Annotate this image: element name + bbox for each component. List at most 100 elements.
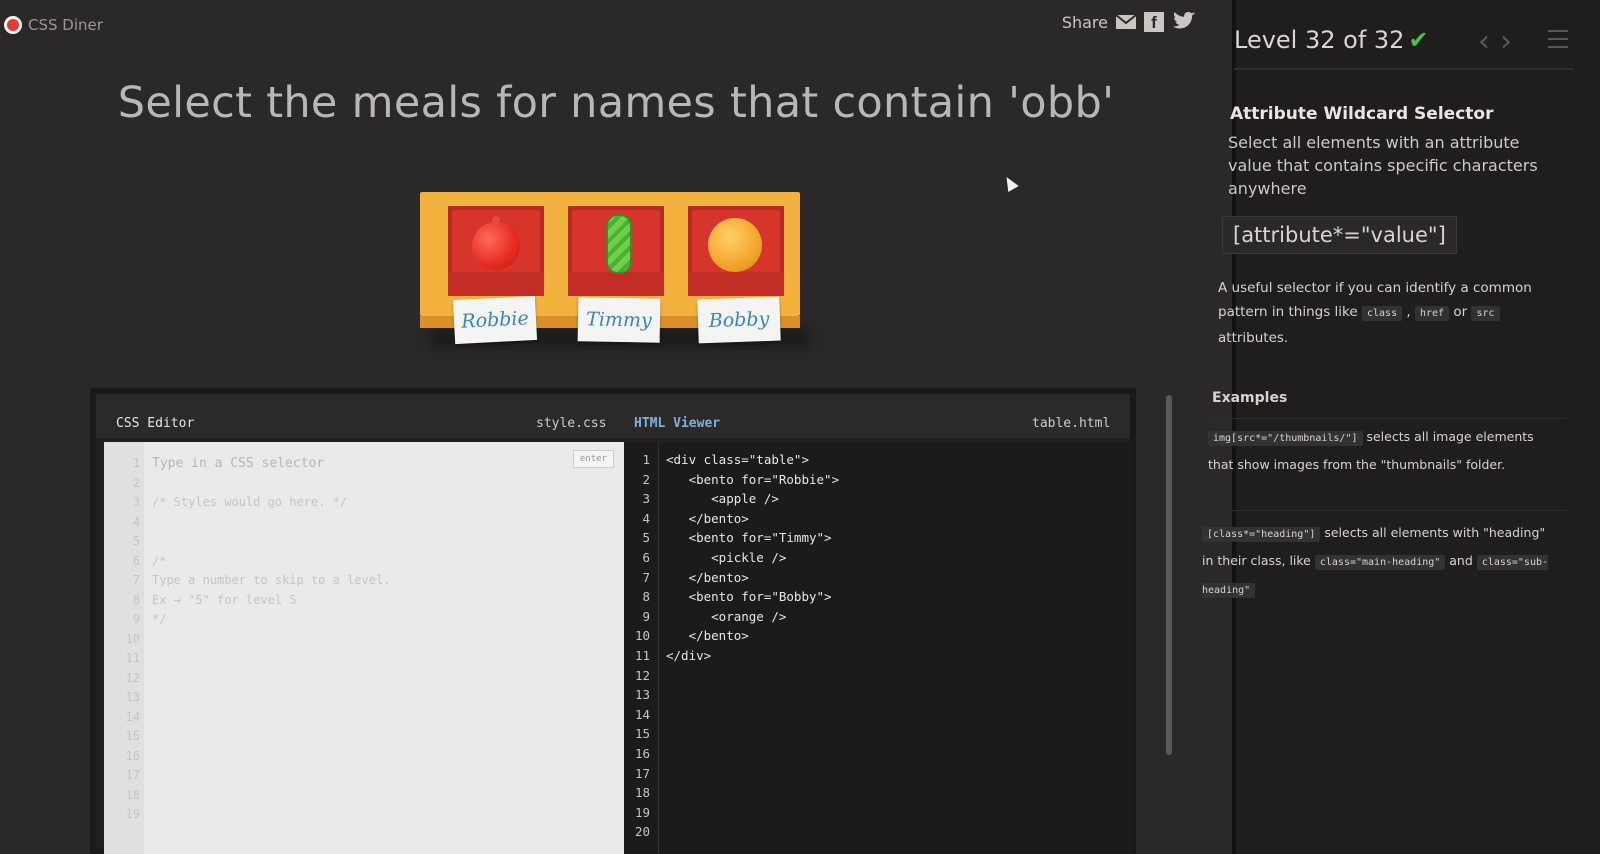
hint-or: or <box>1453 304 1468 320</box>
html-line-text: <apple /> <box>666 491 779 507</box>
css-editor-panel[interactable]: enter 1 Type in a CSS selector 2 3 /* Styles… <box>104 442 624 854</box>
mail-icon[interactable] <box>1116 13 1136 31</box>
level-header[interactable]: Level 32 of 32 ✔ <box>1234 26 1429 54</box>
html-viewer-label: HTML Viewer <box>634 416 721 431</box>
html-line-number: 15 <box>634 726 650 742</box>
css-line-number: 8 <box>132 592 140 607</box>
html-line-text: <div class="table"> <box>666 452 809 467</box>
level-menu-icon[interactable] <box>1548 30 1568 52</box>
html-line-number: 2 <box>642 471 650 487</box>
bento-shade <box>448 272 544 296</box>
example-2-code: [class*="heading"] <box>1202 527 1321 542</box>
selector-syntax: [attribute*="value"] <box>1222 216 1457 254</box>
bento-bobby[interactable] <box>688 206 784 296</box>
html-line-number: 3 <box>642 491 650 507</box>
apple-food[interactable] <box>472 222 520 270</box>
css-editor-label: CSS Editor <box>116 416 195 431</box>
html-line-number: 17 <box>634 765 650 781</box>
html-line-text: </bento> <box>666 569 749 585</box>
examples-divider <box>1206 418 1566 419</box>
app-name: CSS Diner <box>28 16 103 34</box>
hint-code-src: src <box>1471 306 1500 321</box>
enter-button[interactable]: enter <box>572 450 614 468</box>
css-line-number: 7 <box>132 573 140 587</box>
example-2: [class*="heading"] selects all elements … <box>1202 520 1560 604</box>
html-line-number: 20 <box>634 824 650 840</box>
example-2-code-main: class="main-heading" <box>1314 555 1446 570</box>
facebook-icon[interactable]: f <box>1144 12 1164 32</box>
html-file-label: table.html <box>1032 416 1111 431</box>
html-line-number: 8 <box>642 589 650 605</box>
game-pane: CSS Diner Share f Select the meals for n… <box>0 0 1232 854</box>
top-bar: CSS Diner Share f <box>0 0 1232 40</box>
app-logo[interactable]: CSS Diner <box>4 16 103 34</box>
level-instruction: Select the meals for names that contain … <box>117 78 1115 128</box>
hint-code-class: class <box>1361 306 1403 321</box>
css-line-number: 16 <box>125 748 140 763</box>
mouse-cursor <box>1001 173 1019 193</box>
css-line-number: 10 <box>125 631 140 646</box>
css-line-number: 19 <box>125 807 140 821</box>
bento-timmy[interactable] <box>568 206 664 296</box>
css-line-number: 12 <box>125 670 140 685</box>
bento-shade <box>568 272 664 296</box>
examples-title: Examples <box>1212 390 1288 406</box>
html-line-text: </div> <box>666 648 712 663</box>
html-line-text: <orange /> <box>666 608 787 624</box>
hint-tail: attributes. <box>1218 330 1289 346</box>
html-line-text: </bento> <box>666 628 749 644</box>
completed-check-icon: ✔ <box>1408 26 1429 54</box>
html-line-number: 5 <box>642 530 650 546</box>
css-line-number: 17 <box>125 768 140 782</box>
apple-stem <box>492 216 500 224</box>
bento-shade <box>688 272 784 296</box>
html-line-text: <bento for="Bobby"> <box>666 589 832 605</box>
css-line-text: */ <box>152 612 167 626</box>
css-line-text: /* Styles would go here. */ <box>152 495 348 509</box>
css-line-number: 11 <box>125 651 140 665</box>
twitter-icon[interactable] <box>1172 12 1196 32</box>
html-line-number: 12 <box>634 667 650 683</box>
hint-separator: , <box>1406 304 1411 320</box>
nametag-bobby: Bobby <box>697 296 781 344</box>
html-line-number: 4 <box>642 510 650 526</box>
previous-level-icon[interactable]: ‹ <box>1478 24 1500 59</box>
next-level-icon[interactable]: › <box>1500 24 1522 59</box>
css-line-text: Type a number to skip to a level. <box>152 573 391 587</box>
level-nav: ‹› <box>1478 24 1522 59</box>
editor-header: CSS Editor style.css HTML Viewer table.h… <box>96 394 1130 438</box>
css-line-number: 5 <box>132 534 140 548</box>
html-line-number: 11 <box>634 648 650 663</box>
html-line-text: <bento for="Robbie"> <box>666 471 840 487</box>
css-line-number: 1 <box>132 456 140 470</box>
html-line-text: <pickle /> <box>666 550 787 565</box>
css-line-number: 13 <box>125 690 140 704</box>
css-file-label: style.css <box>536 416 607 431</box>
html-line-number: 6 <box>642 550 650 565</box>
example-divider <box>1206 510 1566 511</box>
css-line-number: 9 <box>132 612 140 626</box>
pickle-food[interactable] <box>606 214 632 274</box>
html-line-number: 10 <box>634 628 650 644</box>
scrollbar[interactable] <box>1166 395 1172 755</box>
bento-robbie[interactable] <box>448 206 544 296</box>
orange-food[interactable] <box>708 218 762 272</box>
css-line-number: 18 <box>125 787 140 802</box>
html-line-number: 14 <box>634 706 650 722</box>
html-line-number: 19 <box>634 804 650 820</box>
html-line-text: </bento> <box>666 510 749 526</box>
css-line-number: 4 <box>132 514 140 529</box>
html-line-text: <bento for="Timmy"> <box>666 530 832 546</box>
dinner-table: Robbie Timmy Bobby <box>420 192 812 348</box>
html-line-number: 9 <box>642 608 650 624</box>
selector-hint: A useful selector if you can identify a … <box>1218 276 1568 350</box>
html-line-number: 7 <box>642 569 650 585</box>
level-divider <box>1234 68 1574 70</box>
example-1: img[src*="/thumbnails/"] selects all ima… <box>1208 424 1560 478</box>
css-line-number: 15 <box>125 729 140 743</box>
selector-description: Select all elements with an attribute va… <box>1228 133 1538 198</box>
html-line-number: 18 <box>634 785 650 801</box>
example-2-and: and <box>1449 553 1473 568</box>
css-selector-input[interactable]: Type in a CSS selector <box>152 456 324 471</box>
hint-code-href: href <box>1414 306 1450 321</box>
